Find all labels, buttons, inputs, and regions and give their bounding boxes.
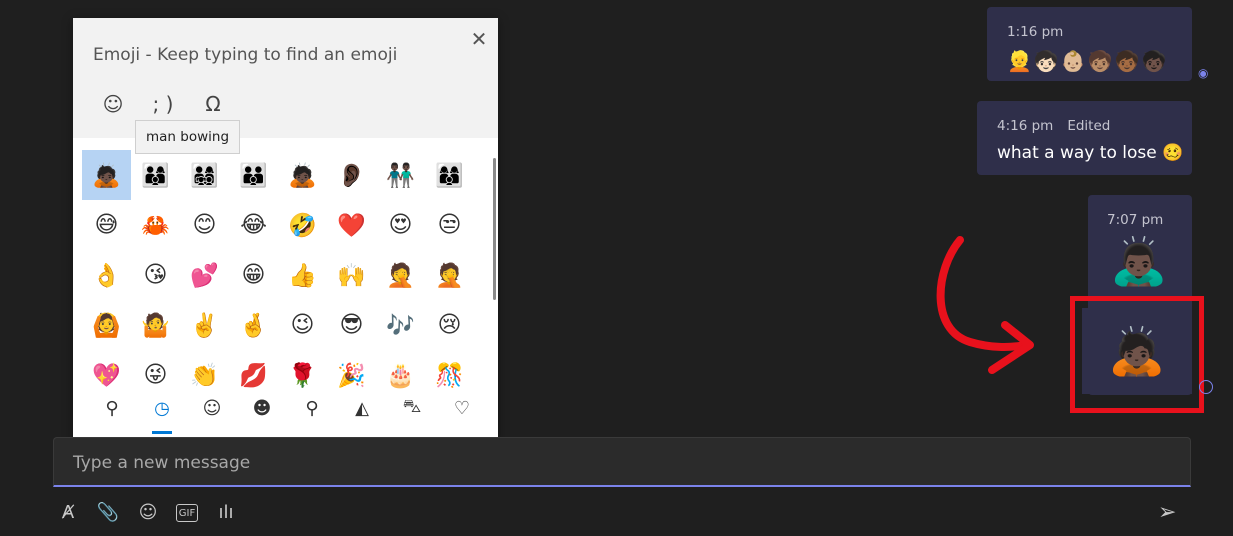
- celebration-icon[interactable]: ⚲: [287, 388, 337, 428]
- emoji-cell[interactable]: 🤦: [425, 250, 474, 300]
- seen-icon: ◉: [1198, 66, 1209, 80]
- gif-icon[interactable]: GIF: [176, 504, 198, 522]
- kaomoji-tab-icon[interactable]: ; ): [143, 88, 183, 120]
- emoji-cell[interactable]: 👌: [82, 250, 131, 300]
- emoji-cell[interactable]: 👨‍👩‍👧‍👦: [180, 150, 229, 200]
- emoji-tab-icon[interactable]: ☺: [93, 88, 133, 120]
- emoji-icon[interactable]: ☺: [136, 500, 160, 524]
- symbols-tab-icon[interactable]: Ω: [193, 88, 233, 120]
- emoji-cell[interactable]: 😢: [425, 300, 474, 350]
- emoji-picker: Emoji - Keep typing to find an emoji ✕ ☺…: [73, 18, 498, 443]
- emoji-cell[interactable]: 😎: [327, 300, 376, 350]
- emoji-cell[interactable]: 🤦: [376, 250, 425, 300]
- emoji-grid: 🙇🏿 👨‍👩‍👦 👨‍👩‍👧‍👦 👨‍👨‍👦 🙇🏿 👂🏿 👬🏿 👩‍👩‍👦 😅 🦀 😊 😂 🤣 ❤️ 😍 😒 👌…: [82, 150, 482, 400]
- emoji-cell[interactable]: 🎶: [376, 300, 425, 350]
- emoji-cell[interactable]: 👬🏿: [376, 150, 425, 200]
- search-icon[interactable]: ⚲: [87, 388, 137, 428]
- emoji-cell[interactable]: 🙇🏿: [82, 150, 131, 200]
- emoji-tooltip: man bowing: [135, 120, 241, 154]
- recent-clock-icon[interactable]: ◷: [137, 388, 187, 434]
- message-time: 1:16 pm: [1007, 24, 1064, 40]
- picker-scrollbar[interactable]: [493, 158, 496, 300]
- message-meta: 4:16 pm Edited: [997, 118, 1110, 134]
- message-input-placeholder: Type a new message: [73, 453, 251, 473]
- emoji-cell[interactable]: 🙌: [327, 250, 376, 300]
- woozy-emoji: 🥴: [1162, 143, 1184, 163]
- emoji-cell[interactable]: 🤷: [131, 300, 180, 350]
- food-icon[interactable]: ◭: [337, 388, 387, 428]
- message-bubble-1[interactable]: 1:16 pm 👱🧒🏻👶🏼🧒🏽🧒🏾🧒🏿: [987, 7, 1192, 81]
- message-time: 7:07 pm: [1107, 212, 1164, 228]
- emoji-cell[interactable]: 😘: [131, 250, 180, 300]
- emoji-cell[interactable]: 👨‍👩‍👦: [131, 150, 180, 200]
- emoji-cell[interactable]: 😁: [229, 250, 278, 300]
- emoji-cell[interactable]: 🤣: [278, 200, 327, 250]
- emoji-cell[interactable]: ✌️: [180, 300, 229, 350]
- send-icon[interactable]: ➢: [1158, 500, 1184, 525]
- emoji-cell[interactable]: 😂: [229, 200, 278, 250]
- sent-status-icon: [1199, 380, 1213, 394]
- emoji-cell[interactable]: 🙇🏿: [278, 150, 327, 200]
- emoji-cell[interactable]: 👂🏿: [327, 150, 376, 200]
- emoji-category-bar: ⚲ ◷ ☺ ☻ ⚲ ◭ ⛍ ♡: [73, 388, 498, 438]
- emoji-cell[interactable]: 👨‍👨‍👦: [229, 150, 278, 200]
- message-time: 4:16 pm: [997, 118, 1054, 134]
- emoji-cell[interactable]: ❤️: [327, 200, 376, 250]
- edited-label: Edited: [1067, 118, 1111, 134]
- message-bubble-2[interactable]: 4:16 pm Edited what a way to lose 🥴: [977, 101, 1192, 175]
- close-icon[interactable]: ✕: [468, 28, 490, 50]
- travel-car-icon[interactable]: ⛍: [387, 388, 437, 428]
- emoji-cell[interactable]: 💕: [180, 250, 229, 300]
- message-text: what a way to lose 🥴: [997, 143, 1183, 163]
- man-bowing-emoji: 🙇🏿‍♂️: [1110, 234, 1168, 288]
- emoji-cell[interactable]: 😊: [180, 200, 229, 250]
- emoji-cell[interactable]: 😍: [376, 200, 425, 250]
- smiley-icon[interactable]: ☺: [187, 388, 237, 428]
- emoji-cell[interactable]: 😅: [82, 200, 131, 250]
- format-icon[interactable]: Ⱥ: [56, 500, 80, 524]
- red-highlight-box: [1070, 296, 1204, 413]
- compose-box[interactable]: Type a new message: [53, 437, 1191, 487]
- emoji-cell[interactable]: 😒: [425, 200, 474, 250]
- compose-toolbar: Ⱥ 📎 ☺ GIF ılı: [56, 500, 238, 524]
- emoji-cell[interactable]: 😉: [278, 300, 327, 350]
- poll-icon[interactable]: ılı: [214, 500, 238, 524]
- emoji-cell[interactable]: 🦀: [131, 200, 180, 250]
- emoji-cell[interactable]: 🙆: [82, 300, 131, 350]
- heart-icon[interactable]: ♡: [437, 388, 487, 428]
- attach-icon[interactable]: 📎: [96, 500, 120, 524]
- category-tabs: ☺ ; ) Ω: [93, 88, 233, 120]
- people-icon[interactable]: ☻: [237, 388, 287, 428]
- emoji-cell[interactable]: 👍: [278, 250, 327, 300]
- red-arrow-annotation: [936, 236, 1034, 374]
- message-emojis: 👱🧒🏻👶🏼🧒🏽🧒🏾🧒🏿: [1007, 49, 1169, 73]
- emoji-cell[interactable]: 🤞: [229, 300, 278, 350]
- picker-title: Emoji - Keep typing to find an emoji: [93, 45, 398, 65]
- emoji-cell[interactable]: 👩‍👩‍👦: [425, 150, 474, 200]
- message-text-body: what a way to lose: [997, 143, 1157, 163]
